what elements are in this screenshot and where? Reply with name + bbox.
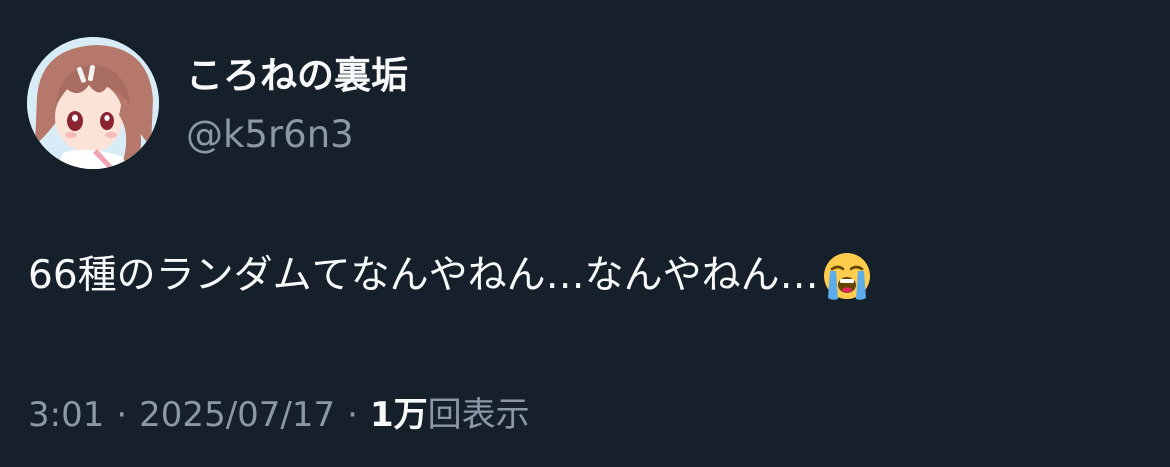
author-handle[interactable]: @k5r6n3 bbox=[186, 111, 354, 159]
loudly-crying-face-icon bbox=[821, 250, 873, 302]
views-label: 回表示 bbox=[427, 395, 530, 435]
author-display-name[interactable]: ころねの裏垢 bbox=[186, 52, 408, 100]
tweet-body: 66種のランダムてなんやねん…なんやねん… bbox=[28, 253, 819, 298]
tweet-text: 66種のランダムてなんやねん…なんやねん… bbox=[28, 248, 873, 304]
tweet-date[interactable]: 2025/07/17 bbox=[139, 391, 335, 439]
tweet-meta: 3:01 · 2025/07/17 · 1万 回表示 bbox=[28, 391, 530, 439]
meta-separator: · bbox=[347, 395, 358, 435]
anime-girl-avatar-icon bbox=[27, 37, 159, 169]
views-count: 1万 bbox=[369, 395, 428, 435]
tweet-time[interactable]: 3:01 bbox=[28, 391, 104, 439]
meta-separator: · bbox=[116, 395, 128, 435]
avatar[interactable] bbox=[27, 37, 159, 169]
tweet-card: ころねの裏垢 @k5r6n3 66種のランダムてなんやねん…なんやねん… 3:0… bbox=[0, 0, 1170, 467]
